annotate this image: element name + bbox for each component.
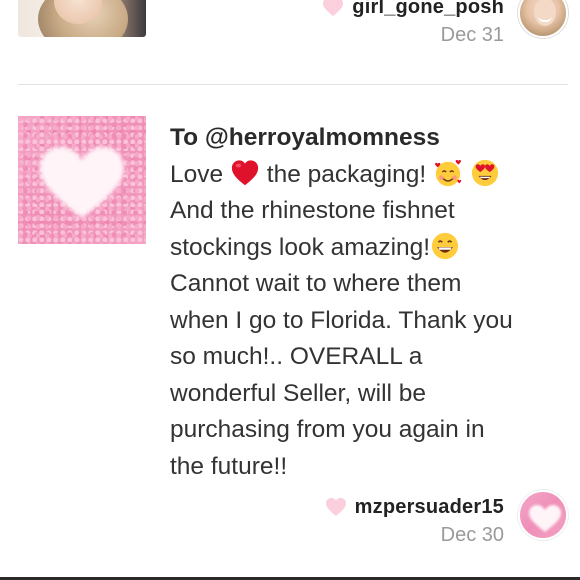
previous-review-photo[interactable] [18,0,146,37]
review-date: Dec 30 [440,524,504,546]
avatar-face [534,0,556,26]
previous-review-user-row: girl_gone_posh [322,0,504,20]
review-body: To @herroyalmomness Love the packaging! … [170,120,570,485]
heart-icon[interactable] [322,0,344,17]
review-text-line2: And the rhinestone fishnet [170,197,455,224]
red-heart-emoji-icon [231,159,259,185]
review-recipient[interactable]: To @herroyalmomness [170,120,570,157]
review-text-line4: Cannot wait to where them [170,270,462,297]
previous-review-username[interactable]: girl_gone_posh [352,0,504,19]
review-text-line1b: the packaging! [266,160,427,188]
previous-review-date: Dec 31 [440,24,504,46]
heart-eyes-emoji-icon [471,159,498,186]
review-text-line1a: Love [170,160,224,188]
review-text-line9: the future!! [170,452,288,480]
review-user-row: mzpersuader15 [325,492,504,522]
review-photo[interactable] [18,116,146,244]
review-avatar[interactable] [518,490,568,540]
review-text-line6: so much!.. OVERALL a [170,343,423,370]
smiling-face-with-hearts-emoji-icon [434,159,462,186]
review-text-line5: when I go to Florida. Thank you [170,306,513,334]
previous-review-avatar[interactable] [518,0,568,38]
review-text-line7: wonderful Seller, will be [170,379,427,407]
white-heart-avatar-image [529,505,561,532]
review-username[interactable]: mzpersuader15 [355,496,504,519]
heart-icon[interactable] [325,497,347,517]
grinning-face-emoji-icon [431,232,459,259]
review-text-line8: purchasing from you again in [170,416,485,443]
white-heart-image [40,147,124,218]
review-divider [18,84,568,85]
review-text-line3: stockings look amazing! [170,233,431,261]
